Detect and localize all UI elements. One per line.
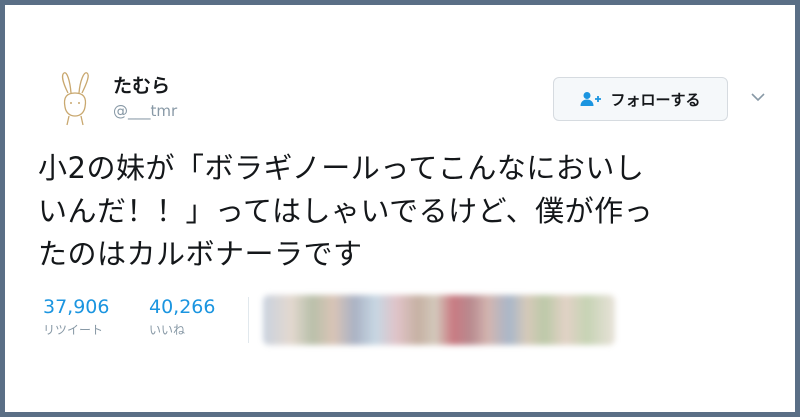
tweet-stats: 37,906 リツイート 40,266 いいね	[43, 295, 783, 355]
like-count[interactable]: 40,266 いいね	[149, 295, 215, 338]
like-count-value: 40,266	[149, 296, 216, 318]
liker-avatars-blurred[interactable]	[263, 295, 615, 345]
tweet-text-line: いんだ！！」ってはしゃいでるけど、僕が作っ	[38, 194, 654, 228]
follow-button[interactable]: フォローする	[553, 77, 728, 121]
chevron-down-icon[interactable]	[750, 91, 766, 103]
like-count-label: いいね	[149, 323, 186, 337]
screen-name[interactable]: @___tmr	[113, 102, 177, 120]
rabbit-avatar-icon[interactable]	[49, 70, 101, 128]
tweet-text: 小2の妹が「ボラギノールってこんなにおいし いんだ！！」ってはしゃいでるけど、僕…	[38, 147, 778, 276]
tweet-text-line: 小2の妹が「ボラギノールってこんなにおいし	[38, 151, 645, 185]
tweet-text-line: たのはカルボナーラです	[38, 237, 363, 271]
follow-button-label: フォローする	[610, 90, 701, 109]
retweet-count-value: 37,906	[43, 296, 110, 318]
retweet-count[interactable]: 37,906 リツイート	[43, 295, 109, 338]
display-name[interactable]: たむら	[113, 71, 170, 98]
retweet-count-label: リツイート	[43, 323, 104, 337]
tweet-header: たむら @___tmr フォローする	[5, 5, 795, 145]
add-user-icon	[580, 90, 602, 108]
tweet-footer-area	[5, 357, 795, 412]
rabbit-drawing	[61, 72, 89, 126]
tweet-card: たむら @___tmr フォローする 小2の妹が「ボラギノールってこんなにおいし…	[5, 5, 795, 412]
stats-divider	[248, 297, 249, 343]
